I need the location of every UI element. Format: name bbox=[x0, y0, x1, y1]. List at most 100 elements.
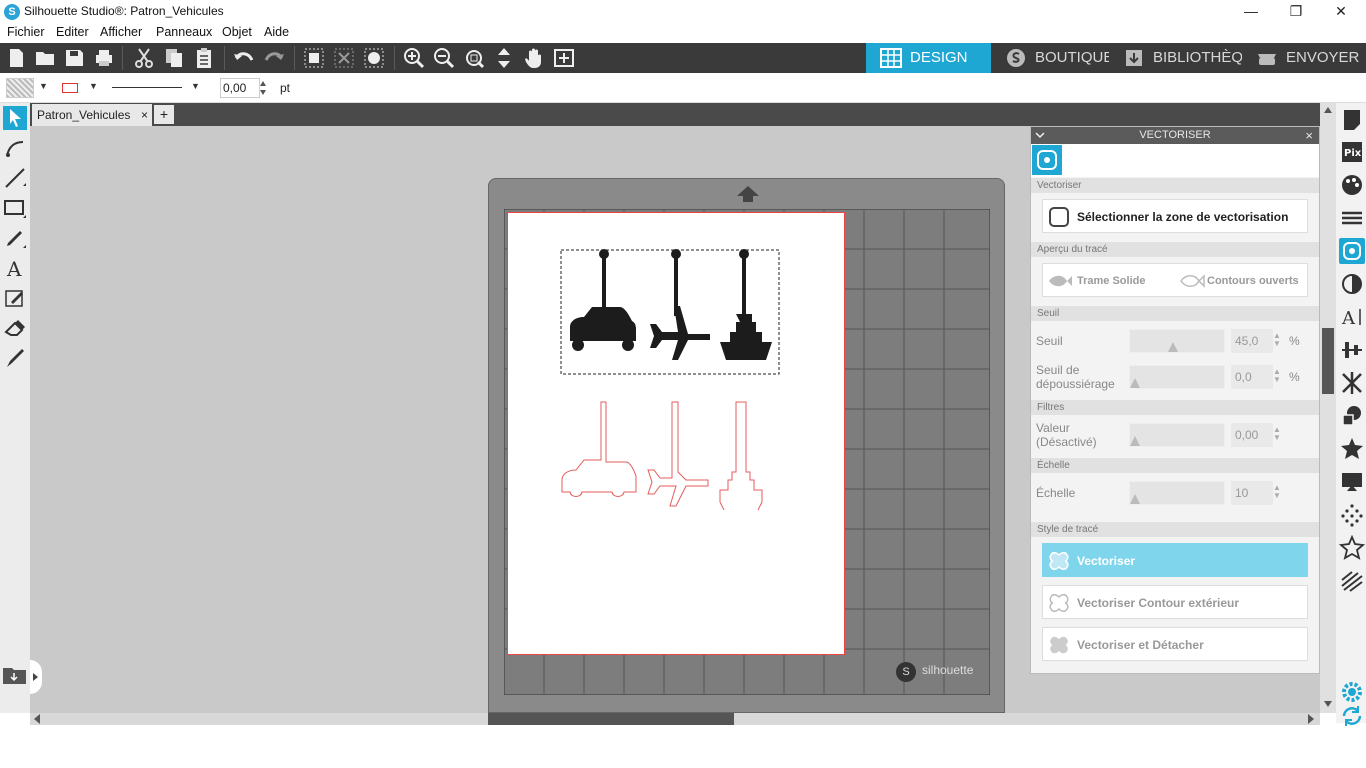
palette-icon[interactable] bbox=[1339, 172, 1365, 198]
select-trace-area-button[interactable]: Sélectionner la zone de vectorisation bbox=[1042, 199, 1308, 233]
fill-dropdown-arrow[interactable]: ▼ bbox=[39, 81, 48, 91]
scale-slider[interactable] bbox=[1129, 481, 1225, 505]
trace-style-detach-button[interactable]: Vectoriser et Détacher bbox=[1042, 627, 1308, 661]
threshold-stepper[interactable]: ▲ ▼ bbox=[1273, 332, 1281, 348]
menu-panneaux[interactable]: Panneaux bbox=[156, 25, 212, 39]
eraser-tool-icon[interactable] bbox=[3, 316, 27, 340]
vertical-scroll-thumb[interactable] bbox=[1322, 328, 1334, 394]
move-arrows-icon[interactable] bbox=[492, 46, 516, 70]
line-color-swatch[interactable] bbox=[62, 83, 78, 93]
modify-icon[interactable] bbox=[1339, 403, 1365, 429]
rectangle-tool-icon[interactable] bbox=[3, 196, 27, 220]
zoom-in-icon[interactable] bbox=[402, 46, 426, 70]
save-icon[interactable] bbox=[62, 46, 86, 70]
pencil-tool-icon[interactable] bbox=[3, 226, 27, 250]
page-setup-icon[interactable] bbox=[1339, 107, 1365, 133]
threshold-value[interactable]: 45,0 bbox=[1231, 329, 1273, 353]
text-tool-icon[interactable]: A bbox=[3, 256, 27, 280]
scroll-down-arrow-icon[interactable] bbox=[1323, 699, 1333, 709]
menu-afficher[interactable]: Afficher bbox=[100, 25, 142, 39]
edit-points-icon[interactable] bbox=[3, 136, 27, 160]
transform-icon[interactable] bbox=[1339, 370, 1365, 396]
menu-editer[interactable]: Editer bbox=[56, 25, 89, 39]
despeckle-slider[interactable] bbox=[1129, 365, 1225, 389]
design-shapes[interactable] bbox=[558, 246, 782, 510]
text-style-icon[interactable]: A bbox=[1339, 304, 1365, 330]
copy-icon[interactable] bbox=[162, 46, 186, 70]
tab-patron-vehicules[interactable]: Patron_Vehicules × bbox=[32, 104, 152, 126]
close-window-button[interactable]: ✕ bbox=[1318, 0, 1364, 23]
line-tool-icon[interactable] bbox=[3, 166, 27, 190]
sketch-lines-icon[interactable] bbox=[1339, 568, 1365, 594]
add-tab-button[interactable]: + bbox=[154, 105, 174, 124]
sync-icon[interactable] bbox=[1339, 703, 1365, 729]
fill-panel-icon[interactable] bbox=[1339, 469, 1365, 495]
stroke-width-stepper[interactable] bbox=[259, 78, 267, 98]
open-outline-label[interactable]: Contours ouverts bbox=[1207, 275, 1299, 287]
hand-pan-icon[interactable] bbox=[522, 46, 546, 70]
horizontal-scroll-thumb[interactable] bbox=[488, 713, 734, 725]
despeckle-value[interactable]: 0,0 bbox=[1231, 365, 1273, 389]
scroll-left-arrow-icon[interactable] bbox=[32, 713, 42, 725]
tab-design[interactable]: DESIGN bbox=[866, 43, 991, 73]
trace-style-vectoriser-button[interactable]: Vectoriser bbox=[1042, 543, 1308, 577]
tab-bibliotheque[interactable]: BIBLIOTHÈQUE bbox=[1109, 43, 1242, 73]
menu-fichier[interactable]: Fichier bbox=[7, 25, 45, 39]
redo-icon[interactable] bbox=[262, 46, 286, 70]
filter-slider-handle[interactable] bbox=[1130, 436, 1140, 446]
trace-tool-icon[interactable] bbox=[3, 286, 27, 310]
line-style-icon[interactable] bbox=[1339, 205, 1365, 231]
fill-pattern-swatch[interactable] bbox=[6, 78, 34, 98]
favorite-star-icon[interactable] bbox=[1339, 535, 1365, 561]
cut-icon[interactable] bbox=[132, 46, 156, 70]
horizontal-scrollbar[interactable] bbox=[30, 713, 1320, 725]
select-arrow-icon[interactable] bbox=[3, 106, 27, 130]
trace-panel-tab-icon[interactable] bbox=[1032, 145, 1062, 175]
tab-envoyer[interactable]: ENVOYER bbox=[1242, 43, 1366, 73]
undo-icon[interactable] bbox=[232, 46, 256, 70]
menu-objet[interactable]: Objet bbox=[222, 25, 252, 39]
filter-value[interactable]: 0,00 bbox=[1231, 423, 1273, 447]
knife-tool-icon[interactable] bbox=[3, 346, 27, 370]
group-icon[interactable] bbox=[302, 46, 326, 70]
stroke-width-input[interactable]: 0,00 bbox=[220, 78, 260, 98]
trace-style-outer-button[interactable]: Vectoriser Contour extérieur bbox=[1042, 585, 1308, 619]
collapse-chevron-icon[interactable] bbox=[1035, 130, 1045, 140]
trace-panel-icon[interactable] bbox=[1339, 238, 1365, 264]
threshold-slider-handle[interactable] bbox=[1168, 342, 1178, 352]
align-icon[interactable] bbox=[1339, 337, 1365, 363]
contrast-icon[interactable] bbox=[1339, 271, 1365, 297]
scale-value[interactable]: 10 bbox=[1231, 481, 1273, 505]
ungroup-icon[interactable] bbox=[332, 46, 356, 70]
fit-page-icon[interactable] bbox=[552, 46, 576, 70]
line-style-dropdown-arrow[interactable]: ▼ bbox=[191, 81, 200, 91]
vertical-scrollbar[interactable] bbox=[1320, 103, 1336, 713]
solid-fish-icon[interactable] bbox=[1047, 273, 1073, 289]
restore-button[interactable]: ❐ bbox=[1273, 0, 1319, 23]
print-icon[interactable] bbox=[92, 46, 116, 70]
filter-slider[interactable] bbox=[1129, 423, 1225, 447]
filter-stepper[interactable]: ▲ ▼ bbox=[1273, 426, 1281, 442]
scroll-up-arrow-icon[interactable] bbox=[1323, 105, 1333, 115]
line-color-dropdown-arrow[interactable]: ▼ bbox=[89, 81, 98, 91]
line-style-preview[interactable] bbox=[112, 87, 182, 88]
minimize-button[interactable]: — bbox=[1228, 0, 1274, 23]
rhinestone-icon[interactable] bbox=[1339, 502, 1365, 528]
scale-stepper[interactable]: ▲ ▼ bbox=[1273, 484, 1281, 500]
scroll-right-arrow-icon[interactable] bbox=[1306, 713, 1316, 725]
new-document-icon[interactable] bbox=[4, 46, 28, 70]
despeckle-slider-handle[interactable] bbox=[1130, 378, 1140, 388]
threshold-slider[interactable] bbox=[1129, 329, 1225, 353]
zoom-out-icon[interactable] bbox=[432, 46, 456, 70]
menu-aide[interactable]: Aide bbox=[264, 25, 289, 39]
star-badge-icon[interactable] bbox=[1339, 436, 1365, 462]
settings-gear-icon[interactable] bbox=[1339, 679, 1365, 705]
scale-slider-handle[interactable] bbox=[1130, 494, 1140, 504]
pixscan-icon[interactable]: Pix bbox=[1339, 139, 1365, 165]
panel-close-button[interactable]: × bbox=[1305, 127, 1313, 144]
open-folder-icon[interactable] bbox=[33, 46, 57, 70]
despeckle-stepper[interactable]: ▲ ▼ bbox=[1273, 368, 1281, 384]
solid-fill-label[interactable]: Trame Solide bbox=[1077, 275, 1145, 287]
trace-select-icon[interactable] bbox=[362, 46, 386, 70]
open-outline-fish-icon[interactable] bbox=[1179, 273, 1205, 289]
